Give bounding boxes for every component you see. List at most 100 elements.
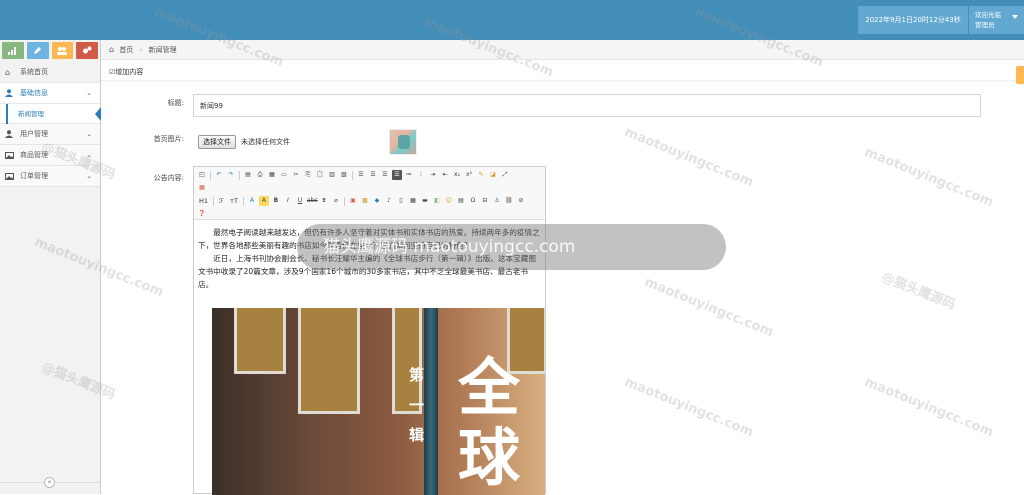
chevron-down-icon: ⌄ bbox=[86, 172, 92, 180]
watermark-banner: 猫头鹰源码 maotouyingcc.com bbox=[297, 224, 726, 270]
code-icon[interactable]: ▭ bbox=[279, 170, 289, 180]
help-icon[interactable]: ❓ bbox=[197, 209, 207, 219]
page-break-icon[interactable]: ⊟ bbox=[480, 196, 490, 206]
chevron-down-icon: ⌄ bbox=[86, 151, 92, 159]
copy-icon[interactable]: ⎘ bbox=[303, 170, 313, 180]
picture-icon bbox=[5, 166, 14, 188]
link-icon[interactable]: ⛓ bbox=[504, 196, 514, 206]
chevron-down-icon: ⌄ bbox=[86, 130, 92, 138]
paste-icon[interactable]: 📋 bbox=[315, 170, 325, 180]
home-icon: ⌂ bbox=[5, 68, 11, 77]
clear-format-icon[interactable]: ✎ bbox=[476, 170, 486, 180]
redo-icon[interactable]: ↷ bbox=[226, 170, 236, 180]
table-icon[interactable]: ▦ bbox=[408, 196, 418, 206]
breadcrumb-home-link[interactable]: 首页 bbox=[119, 46, 133, 54]
sidebar: ⌂ 系统首页 基础信息 ⌄ 新闻管理 用户管理 ⌄ 商品管理 ⌄ 订单管理 ⌄ … bbox=[0, 40, 101, 494]
sidebar-item-label: 新闻管理 bbox=[18, 110, 44, 118]
outdent-icon[interactable]: ⇤ bbox=[440, 170, 450, 180]
select-all-icon[interactable]: ◪ bbox=[488, 170, 498, 180]
template-icon[interactable]: ▦ bbox=[267, 170, 277, 180]
line-height-icon[interactable]: ⩩ bbox=[319, 196, 329, 206]
source-icon[interactable]: ◰ bbox=[197, 170, 207, 180]
subscript-icon[interactable]: x₂ bbox=[452, 170, 462, 180]
emoticon-icon[interactable]: ☺ bbox=[444, 196, 454, 206]
bold-icon[interactable]: B bbox=[271, 196, 281, 206]
collapse-sidebar-icon[interactable]: « bbox=[44, 477, 55, 488]
anchor-icon[interactable]: ⚓ bbox=[492, 196, 502, 206]
font-size-dropdown[interactable]: ᴛT bbox=[228, 196, 240, 206]
watermark: maotouyingcc.com bbox=[642, 274, 776, 341]
flash-icon[interactable]: ◆ bbox=[372, 196, 382, 206]
page-title-text: 增加内容 bbox=[115, 68, 144, 76]
italic-icon[interactable]: I bbox=[283, 196, 293, 206]
picture-icon bbox=[5, 145, 14, 167]
rich-text-editor[interactable]: ◰ ↶ ↷ ▤ ⎙ ▦ ▭ ✂ ⎘ 📋 ▥ ▧ ☰ ☰ ☰ ☰ ≔ ⁝ ⇥ ⇤ … bbox=[193, 166, 546, 495]
cogs-icon[interactable] bbox=[76, 42, 98, 59]
watermark: maotouyingcc.com bbox=[862, 374, 996, 441]
sidebar-item-user-management[interactable]: 用户管理 ⌄ bbox=[0, 124, 100, 145]
fullscreen-icon[interactable]: ⤢ bbox=[500, 170, 510, 180]
sidebar-item-product-management[interactable]: 商品管理 ⌄ bbox=[0, 145, 100, 166]
settings-tab[interactable] bbox=[1016, 66, 1024, 84]
multi-image-icon[interactable]: ▩ bbox=[360, 196, 370, 206]
user-role: 管理员 bbox=[975, 21, 995, 29]
grid-icon[interactable]: ▦ bbox=[197, 183, 207, 193]
hr-icon[interactable]: ▬ bbox=[420, 196, 430, 206]
cover-vertical-text: 辑 bbox=[409, 426, 425, 444]
undo-icon[interactable]: ↶ bbox=[214, 170, 224, 180]
strikethrough-icon[interactable]: abc bbox=[307, 196, 318, 206]
users-icon[interactable] bbox=[51, 42, 74, 59]
watermark: maotouyingcc.com bbox=[622, 374, 756, 441]
pencil-icon[interactable] bbox=[26, 42, 49, 59]
sidebar-item-basic-info[interactable]: 基础信息 ⌄ bbox=[0, 83, 100, 104]
cover-vertical-text: 第 bbox=[409, 366, 425, 384]
underline-icon[interactable]: U bbox=[295, 196, 305, 206]
unordered-list-icon[interactable]: ⁝ bbox=[416, 170, 426, 180]
media-icon[interactable]: ♪ bbox=[384, 196, 394, 206]
home-icon: ⌂ bbox=[109, 45, 115, 54]
heading-dropdown[interactable]: H1 bbox=[197, 196, 210, 206]
editor-toolbar: ◰ ↶ ↷ ▤ ⎙ ▦ ▭ ✂ ⎘ 📋 ▥ ▧ ☰ ☰ ☰ ☰ ≔ ⁝ ⇥ ⇤ … bbox=[194, 167, 545, 220]
book-cover-image: 第 一 辑 全球 bbox=[212, 308, 545, 495]
map-icon[interactable]: ◧ bbox=[432, 196, 442, 206]
sidebar-item-news-management[interactable]: 新闻管理 bbox=[0, 104, 101, 124]
ordered-list-icon[interactable]: ≔ bbox=[404, 170, 414, 180]
choose-file-button[interactable]: 选择文件 bbox=[198, 135, 236, 149]
align-right-icon[interactable]: ☰ bbox=[380, 170, 390, 180]
breadcrumb-separator-icon: › bbox=[139, 46, 143, 54]
image-icon[interactable]: ▣ bbox=[348, 196, 358, 206]
remove-format-icon[interactable]: ⌀ bbox=[331, 196, 341, 206]
preview-icon[interactable]: ▤ bbox=[243, 170, 253, 180]
print-icon[interactable]: ⎙ bbox=[255, 170, 265, 180]
sidebar-item-label: 基础信息 bbox=[20, 89, 48, 97]
sidebar-item-order-management[interactable]: 订单管理 ⌄ bbox=[0, 166, 100, 187]
special-char-icon[interactable]: Ω bbox=[468, 196, 478, 206]
paste-text-icon[interactable]: ▥ bbox=[327, 170, 337, 180]
image-label: 首页图片: bbox=[153, 135, 184, 143]
bar-chart-icon[interactable] bbox=[2, 42, 24, 59]
font-family-dropdown[interactable]: ℱ bbox=[217, 196, 226, 206]
indent-icon[interactable]: ⇥ bbox=[428, 170, 438, 180]
highlight-color-icon[interactable]: A bbox=[258, 196, 269, 206]
font-color-icon[interactable]: A bbox=[247, 196, 257, 206]
top-navbar: 2022年9月1日20时12分43秒 欢迎光临 管理员 bbox=[0, 0, 1024, 40]
map-embed-icon[interactable]: ▤ bbox=[456, 196, 466, 206]
cut-icon[interactable]: ✂ bbox=[291, 170, 301, 180]
sidebar-item-home[interactable]: ⌂ 系统首页 bbox=[0, 62, 100, 83]
file-icon[interactable]: ▯ bbox=[396, 196, 406, 206]
paste-word-icon[interactable]: ▧ bbox=[339, 170, 349, 180]
title-input[interactable] bbox=[193, 94, 981, 117]
superscript-icon[interactable]: x² bbox=[464, 170, 474, 180]
sidebar-item-label: 订单管理 bbox=[20, 172, 48, 180]
unlink-icon[interactable]: ⊘ bbox=[516, 196, 526, 206]
breadcrumb-current: 新闻管理 bbox=[148, 46, 177, 54]
user-menu[interactable]: 欢迎光临 管理员 bbox=[969, 6, 1024, 34]
sidebar-item-label: 商品管理 bbox=[20, 151, 48, 159]
content-label: 公告内容: bbox=[153, 174, 184, 182]
align-center-icon[interactable]: ☰ bbox=[368, 170, 378, 180]
image-thumbnail bbox=[389, 129, 417, 155]
align-justify-icon[interactable]: ☰ bbox=[392, 170, 402, 180]
file-status: 未选择任何文件 bbox=[241, 138, 290, 146]
sidebar-shortcuts bbox=[0, 40, 100, 62]
align-left-icon[interactable]: ☰ bbox=[356, 170, 366, 180]
